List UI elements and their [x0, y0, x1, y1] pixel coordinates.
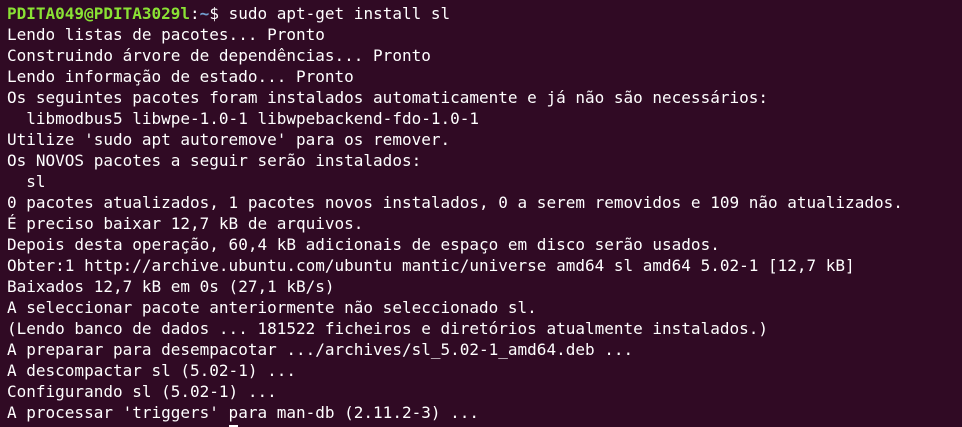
output-line: (Lendo banco de dados ... 181522 ficheir…: [7, 319, 768, 338]
output-line: Depois desta operação, 60,4 kB adicionai…: [7, 235, 720, 254]
output-line: Baixados 12,7 kB em 0s (27,1 kB/s): [7, 277, 335, 296]
output-line: Obter:1 http://archive.ubuntu.com/ubuntu…: [7, 256, 855, 275]
prompt-path: ~: [199, 4, 210, 23]
terminal-output: PDITA049@PDITA3029l:~$ sudo apt-get inst…: [7, 3, 962, 427]
prompt-user-host: PDITA049@PDITA3029l: [7, 4, 191, 23]
output-line: A preparar para desempacotar .../archive…: [7, 340, 634, 359]
output-line: É preciso baixar 12,7 kB de arquivos.: [7, 214, 364, 233]
output-line: 0 pacotes atualizados, 1 pacotes novos i…: [7, 193, 903, 212]
output-line: Lendo informação de estado... Pronto: [7, 67, 354, 86]
prompt-symbol: $: [209, 4, 229, 23]
output-line: A processar 'triggers' para man-db (2.11…: [7, 403, 480, 422]
output-line: Os NOVOS pacotes a seguir serão instalad…: [7, 151, 422, 170]
command-text: sudo apt-get install sl: [228, 4, 451, 23]
terminal-window[interactable]: PDITA049@PDITA3029l:~$ sudo apt-get inst…: [0, 0, 962, 427]
new-prompt-line[interactable]: PDITA049@PDITA3029l:~$: [7, 423, 962, 427]
output-line: sl: [7, 172, 46, 191]
output-line: Os seguintes pacotes foram instalados au…: [7, 88, 768, 107]
output-line: Construindo árvore de dependências... Pr…: [7, 46, 431, 65]
output-line: libmodbus5 libwpe-1.0-1 libwpebackend-fd…: [7, 109, 480, 128]
output-line: A seleccionar pacote anteriormente não s…: [7, 298, 537, 317]
command-line: PDITA049@PDITA3029l:~$ sudo apt-get inst…: [7, 3, 962, 24]
output-line: Lendo listas de pacotes... Pronto: [7, 25, 325, 44]
output-line: A descompactar sl (5.02-1) ...: [7, 361, 296, 380]
prompt-separator: :: [190, 4, 200, 23]
output-line: Configurando sl (5.02-1) ...: [7, 382, 277, 401]
output-line: Utilize 'sudo apt autoremove' para os re…: [7, 130, 451, 149]
